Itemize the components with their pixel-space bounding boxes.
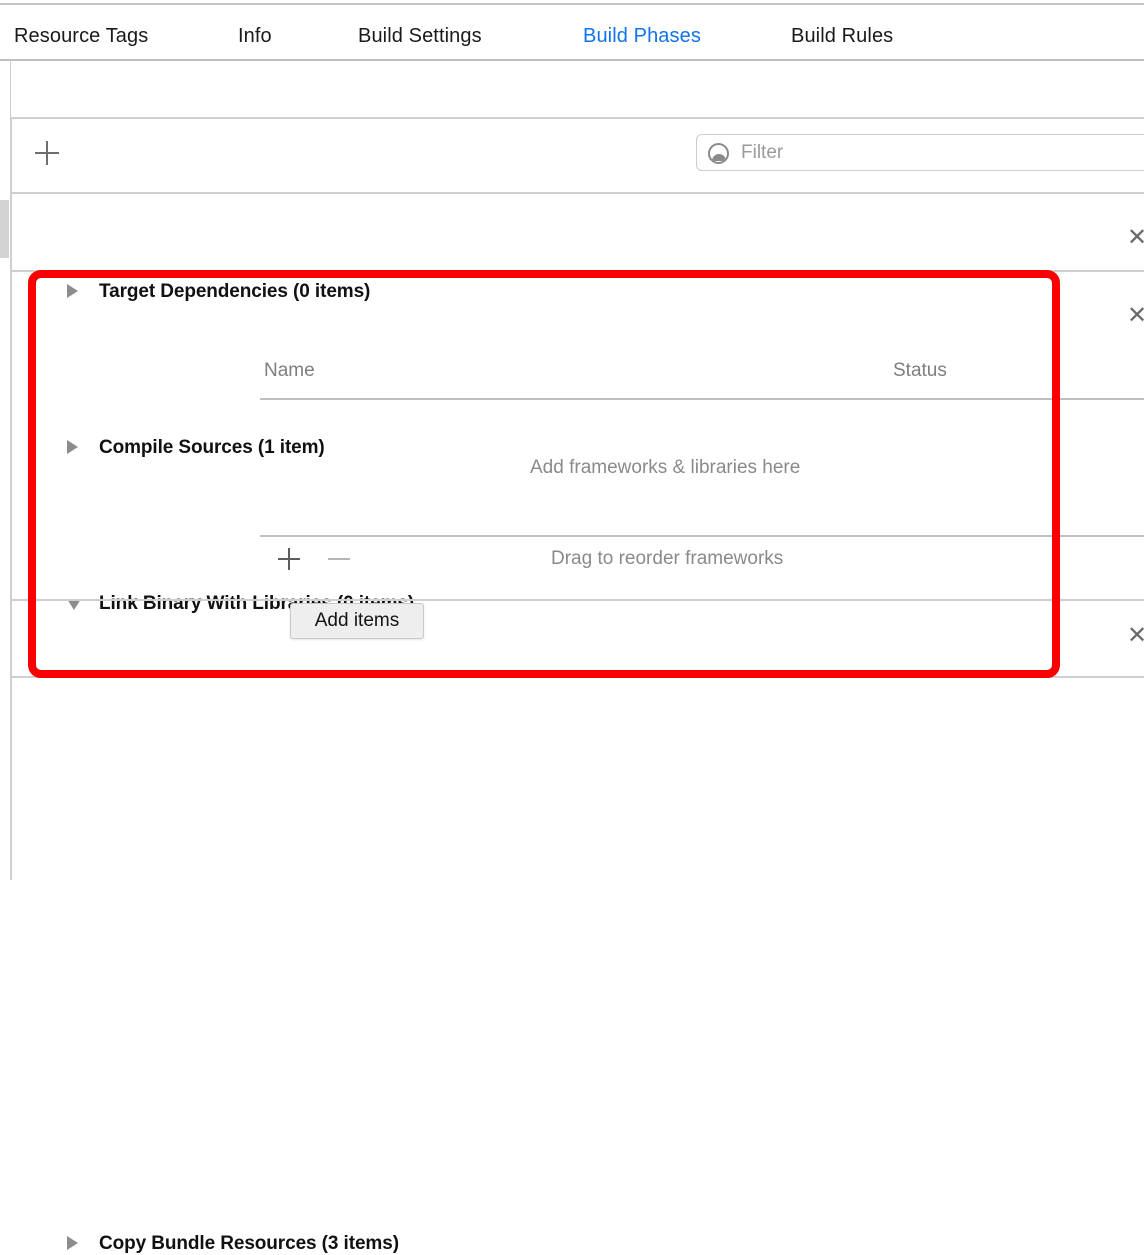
phase-target-dependencies[interactable]: Target Dependencies (0 items) bbox=[11, 132, 1144, 302]
build-phases-pane: Resource Tags Info Build Settings Build … bbox=[0, 0, 1144, 1254]
column-header-name: Name bbox=[264, 360, 315, 381]
phase-compile-sources[interactable]: Compile Sources (1 item) bbox=[11, 210, 1144, 458]
empty-state-message: Add frameworks & libraries here bbox=[530, 457, 801, 478]
phase-divider-3 bbox=[11, 599, 1144, 601]
tooltip-add-items: Add items bbox=[290, 603, 424, 639]
link-binary-remove-button[interactable] bbox=[328, 548, 350, 570]
table-footer-rule bbox=[260, 535, 1144, 537]
close-x-icon[interactable]: ✕ bbox=[1126, 623, 1144, 647]
phase-title-copy-bundle-resources: Copy Bundle Resources (3 items) bbox=[99, 1233, 399, 1254]
tab-info[interactable]: Info bbox=[238, 25, 272, 48]
table-header-rule bbox=[260, 398, 1144, 400]
editor-tab-bar: Resource Tags Info Build Settings Build … bbox=[0, 5, 1144, 60]
build-phases-toolbar: Filter bbox=[11, 61, 1144, 171]
tab-build-rules[interactable]: Build Rules bbox=[791, 25, 893, 48]
phase-divider-1 bbox=[11, 192, 1144, 194]
tab-resource-tags[interactable]: Resource Tags bbox=[14, 25, 148, 48]
phase-divider-4 bbox=[11, 676, 1144, 678]
close-x-icon[interactable]: ✕ bbox=[1126, 303, 1144, 327]
link-binary-add-button[interactable] bbox=[278, 548, 300, 570]
phase-copy-bundle-resources[interactable]: Copy Bundle Resources (3 items) bbox=[11, 608, 1144, 1254]
tab-build-settings[interactable]: Build Settings bbox=[358, 25, 482, 48]
tooltip-label: Add items bbox=[314, 610, 400, 631]
column-header-status: Status bbox=[893, 360, 947, 381]
phase-link-binary-with-libraries[interactable]: Link Binary With Libraries (0 items) bbox=[11, 288, 1144, 614]
toolbar-divider bbox=[11, 117, 1144, 119]
close-x-icon[interactable]: ✕ bbox=[1126, 225, 1144, 249]
triangle-right-icon[interactable] bbox=[67, 1236, 78, 1250]
drag-reorder-hint: Drag to reorder frameworks bbox=[551, 548, 784, 569]
tab-build-phases[interactable]: Build Phases bbox=[583, 25, 701, 48]
vertical-scrollbar[interactable] bbox=[0, 200, 9, 258]
phase-title-compile-sources: Compile Sources (1 item) bbox=[99, 437, 325, 458]
triangle-right-icon[interactable] bbox=[67, 440, 78, 454]
phase-divider-2 bbox=[11, 270, 1144, 272]
